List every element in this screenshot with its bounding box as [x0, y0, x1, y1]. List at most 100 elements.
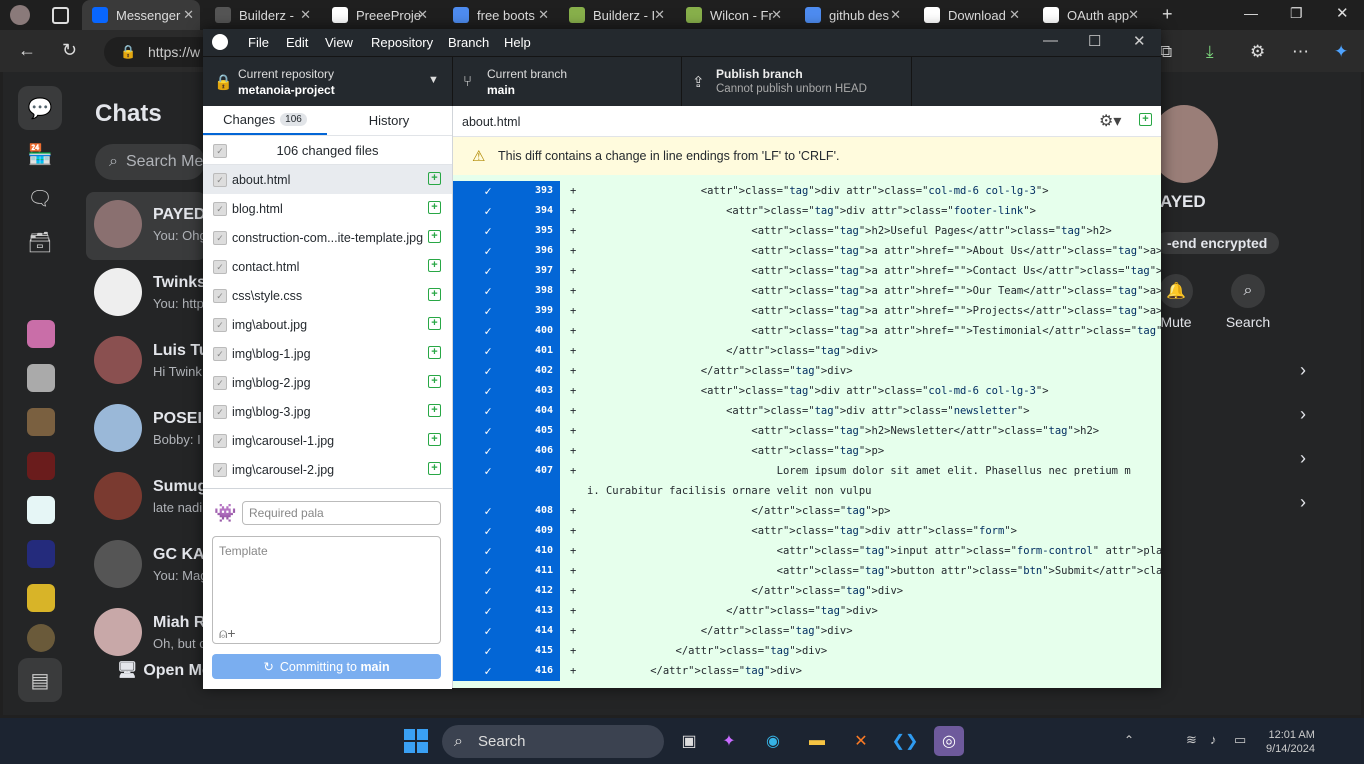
diff-line[interactable]: ✓ 394 + <attr">class="tag">div attr">class… [453, 201, 1161, 221]
close-button[interactable]: ✕ [1133, 32, 1146, 50]
file-checkbox[interactable]: ✓ [213, 318, 227, 332]
diff-line[interactable]: ✓ 413 + </attr">class="tag">div> [453, 601, 1161, 621]
tray-chevron-icon[interactable]: ⌃ [1124, 733, 1134, 747]
new-tab-button[interactable]: + [1162, 4, 1173, 25]
tab-collection-icon[interactable]: ⧉ [1160, 42, 1172, 62]
copilot-icon[interactable]: ✦ [1334, 42, 1348, 62]
line-include-checkbox[interactable]: ✓ [453, 381, 523, 401]
line-include-checkbox[interactable]: ✓ [453, 461, 523, 481]
line-include-checkbox[interactable]: ✓ [453, 521, 523, 541]
changed-file-row[interactable]: ✓ blog.html + [203, 194, 452, 223]
volume-icon[interactable]: ♪ [1210, 732, 1217, 747]
line-include-checkbox[interactable]: ✓ [453, 261, 523, 281]
diff-line[interactable]: ✓ 402 + </attr">class="tag">div> [453, 361, 1161, 381]
file-checkbox[interactable]: ✓ [213, 202, 227, 216]
browser-tab[interactable]: OAuth app ✕ [1033, 0, 1145, 30]
start-button[interactable] [404, 729, 428, 753]
marketplace-rail-icon[interactable]: 🏪 [18, 132, 62, 176]
diff-line[interactable]: ✓ 397 + <attr">class="tag">a attr">href=""… [453, 261, 1161, 281]
minimize-button[interactable]: — [1043, 32, 1058, 49]
diff-settings-icon[interactable]: ⚙▾ [1099, 111, 1121, 131]
file-checkbox[interactable]: ✓ [213, 463, 227, 477]
diff-line[interactable]: ✓ 401 + </attr">class="tag">div> [453, 341, 1161, 361]
line-include-checkbox[interactable]: ✓ [453, 421, 523, 441]
tab-history[interactable]: History [327, 106, 451, 135]
menu-view[interactable]: View [325, 35, 353, 50]
changed-file-row[interactable]: ✓ img\carousel-2.jpg + [203, 455, 452, 484]
browser-tab[interactable]: Builderz - I ✕ [559, 0, 671, 30]
line-include-checkbox[interactable]: ✓ [453, 541, 523, 561]
file-checkbox[interactable]: ✓ [213, 173, 227, 187]
community-avatar[interactable] [27, 364, 55, 392]
menu-help[interactable]: Help [504, 35, 531, 50]
browser-tab[interactable]: Builderz - ✕ [205, 0, 317, 30]
diff-line[interactable]: ✓ 407 + Lorem ipsum dolor sit amet elit. P… [453, 461, 1161, 481]
repository-selector[interactable]: 🔒 Current repository metanoia-project ▼ [203, 57, 453, 107]
chat-list-item[interactable]: Sumuga late nadi [86, 464, 216, 532]
diff-line[interactable]: ✓ 414 + </attr">class="tag">div> [453, 621, 1161, 641]
line-include-checkbox[interactable]: ✓ [453, 281, 523, 301]
task-view-icon[interactable]: ▣ [674, 726, 704, 756]
search-action[interactable]: ⌕ Search [1218, 274, 1278, 330]
add-coauthor-icon[interactable]: ⍝+ [219, 625, 236, 642]
edge-icon[interactable]: ◉ [758, 726, 788, 756]
diff-line[interactable]: ✓ 410 + <attr">class="tag">input attr">cla… [453, 541, 1161, 561]
download-icon[interactable]: ⤓ [1206, 42, 1214, 62]
file-checkbox[interactable]: ✓ [213, 260, 227, 274]
community-avatar[interactable] [27, 624, 55, 652]
line-include-checkbox[interactable]: ✓ [453, 181, 523, 201]
menu-file[interactable]: File [248, 35, 269, 50]
network-icon[interactable]: ≋ [1186, 732, 1197, 748]
file-checkbox[interactable]: ✓ [213, 405, 227, 419]
diff-line[interactable]: ✓ 411 + <attr">class="tag">button attr">cl… [453, 561, 1161, 581]
close-tab-icon[interactable]: ✕ [183, 7, 194, 23]
chats-rail-icon[interactable]: 💬 [18, 86, 62, 130]
community-avatar[interactable] [27, 320, 55, 348]
tab-actions-icon[interactable] [52, 7, 69, 24]
diff-line[interactable]: ✓ 398 + <attr">class="tag">a attr">href=""… [453, 281, 1161, 301]
archive-rail-icon[interactable]: 🗃 [18, 220, 62, 264]
changed-file-row[interactable]: ✓ contact.html + [203, 252, 452, 281]
diff-line[interactable]: ✓ 396 + <attr">class="tag">a attr">href=""… [453, 241, 1161, 261]
file-checkbox[interactable]: ✓ [213, 347, 227, 361]
chevron-right-icon[interactable]: › [1300, 360, 1306, 381]
commit-description-input[interactable]: Template [212, 536, 441, 644]
community-avatar[interactable] [27, 452, 55, 480]
line-include-checkbox[interactable]: ✓ [453, 581, 523, 601]
refresh-icon[interactable]: ↻ [62, 40, 77, 61]
line-include-checkbox[interactable]: ✓ [453, 201, 523, 221]
menu-edit[interactable]: Edit [286, 35, 308, 50]
diff-line[interactable]: ✓ 406 + <attr">class="tag">p> [453, 441, 1161, 461]
diff-line[interactable]: ✓ 408 + </attr">class="tag">p> [453, 501, 1161, 521]
close-tab-icon[interactable]: ✕ [1009, 7, 1020, 23]
line-include-checkbox[interactable]: ✓ [453, 401, 523, 421]
chevron-right-icon[interactable]: › [1300, 448, 1306, 469]
minimize-browser-button[interactable]: — [1244, 5, 1258, 21]
line-include-checkbox[interactable]: ✓ [453, 341, 523, 361]
changed-file-row[interactable]: ✓ img\blog-2.jpg + [203, 368, 452, 397]
close-tab-icon[interactable]: ✕ [1128, 7, 1139, 23]
file-checkbox[interactable]: ✓ [213, 376, 227, 390]
expand-icon[interactable]: + [1139, 113, 1152, 126]
branch-selector[interactable]: ⑂ Current branch main [452, 57, 682, 107]
diff-line[interactable]: ✓ 412 + </attr">class="tag">div> [453, 581, 1161, 601]
close-tab-icon[interactable]: ✕ [538, 7, 549, 23]
diff-line[interactable]: ✓ 405 + <attr">class="tag">h2>Newsletter</… [453, 421, 1161, 441]
diff-line[interactable]: ✓ 404 + <attr">class="tag">div attr">class… [453, 401, 1161, 421]
browser-tab[interactable]: Wilcon - Fr ✕ [676, 0, 788, 30]
maximize-button[interactable]: ☐ [1088, 32, 1101, 50]
close-tab-icon[interactable]: ✕ [890, 7, 901, 23]
commit-summary-input[interactable]: Required pala [242, 501, 441, 525]
diff-line[interactable]: ✓ 415 + </attr">class="tag">div> [453, 641, 1161, 661]
sidebar-toggle-icon[interactable]: ▤ [18, 658, 62, 702]
chevron-right-icon[interactable]: › [1300, 492, 1306, 513]
line-include-checkbox[interactable]: ✓ [453, 441, 523, 461]
diff-line[interactable]: ✓ 399 + <attr">class="tag">a attr">href=""… [453, 301, 1161, 321]
community-avatar[interactable] [27, 584, 55, 612]
close-tab-icon[interactable]: ✕ [300, 7, 311, 23]
system-clock[interactable]: 12:01 AM 9/14/2024 [1266, 728, 1315, 756]
vscode-icon[interactable]: ❮❯ [890, 726, 920, 756]
close-tab-icon[interactable]: ✕ [771, 7, 782, 23]
battery-icon[interactable]: ▭ [1234, 732, 1246, 748]
file-checkbox[interactable]: ✓ [213, 434, 227, 448]
